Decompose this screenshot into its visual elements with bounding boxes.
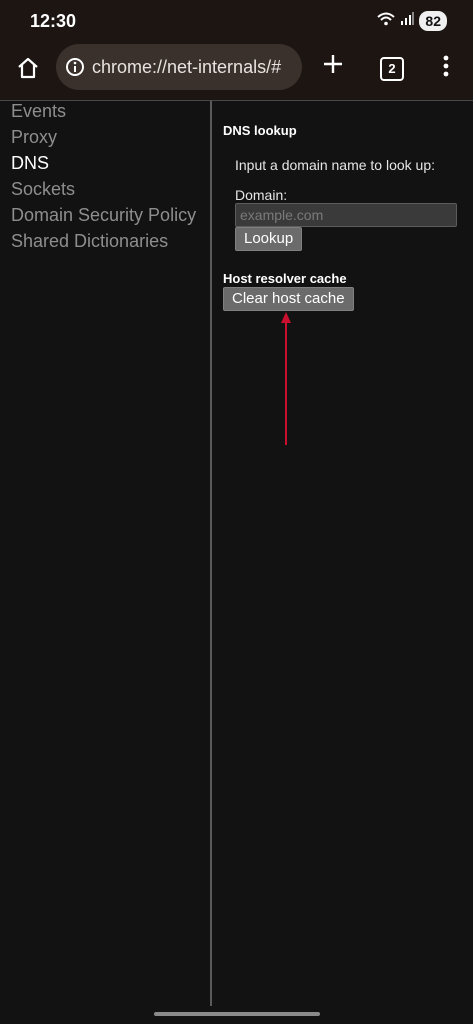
host-resolver-cache-heading: Host resolver cache bbox=[223, 271, 347, 286]
address-bar[interactable]: chrome://net-internals/# bbox=[56, 44, 302, 90]
status-icons: 82 bbox=[377, 11, 447, 31]
sidebar-item-domain-security-policy[interactable]: Domain Security Policy bbox=[11, 205, 196, 226]
sidebar-item-dns[interactable]: DNS bbox=[11, 153, 49, 174]
tab-switcher-button[interactable]: 2 bbox=[380, 57, 404, 81]
browser-toolbar: chrome://net-internals/# 2 bbox=[0, 44, 473, 100]
lookup-button[interactable]: Lookup bbox=[235, 227, 303, 251]
menu-button[interactable] bbox=[436, 53, 456, 83]
home-icon bbox=[16, 56, 40, 85]
menu-icon bbox=[443, 55, 449, 82]
new-tab-button[interactable] bbox=[318, 51, 348, 81]
clear-host-cache-button[interactable]: Clear host cache bbox=[223, 287, 354, 311]
sidebar-nav: Events Proxy DNS Sockets Domain Security… bbox=[0, 101, 210, 1006]
domain-input[interactable] bbox=[235, 203, 457, 227]
home-button[interactable] bbox=[12, 54, 44, 86]
sidebar-item-events[interactable]: Events bbox=[11, 101, 66, 122]
info-icon[interactable] bbox=[65, 57, 85, 82]
sidebar-item-shared-dictionaries[interactable]: Shared Dictionaries bbox=[11, 231, 168, 252]
signal-icon bbox=[400, 11, 415, 31]
gesture-navigation-handle[interactable] bbox=[154, 1012, 320, 1016]
sidebar-item-sockets[interactable]: Sockets bbox=[11, 179, 75, 200]
plus-icon bbox=[322, 53, 344, 80]
annotation-arrow-icon bbox=[281, 312, 291, 445]
dns-lookup-heading: DNS lookup bbox=[223, 123, 297, 138]
status-bar: 12:30 82 bbox=[0, 0, 473, 44]
status-time: 12:30 bbox=[30, 11, 77, 31]
sidebar-item-proxy[interactable]: Proxy bbox=[11, 127, 57, 148]
dns-instruction: Input a domain name to look up: bbox=[235, 157, 436, 173]
url-text: chrome://net-internals/# bbox=[92, 57, 282, 77]
battery-indicator: 82 bbox=[419, 11, 447, 31]
wifi-icon bbox=[377, 12, 396, 31]
dns-panel: DNS lookup Input a domain name to look u… bbox=[212, 101, 473, 1006]
domain-label: Domain: bbox=[235, 187, 288, 203]
